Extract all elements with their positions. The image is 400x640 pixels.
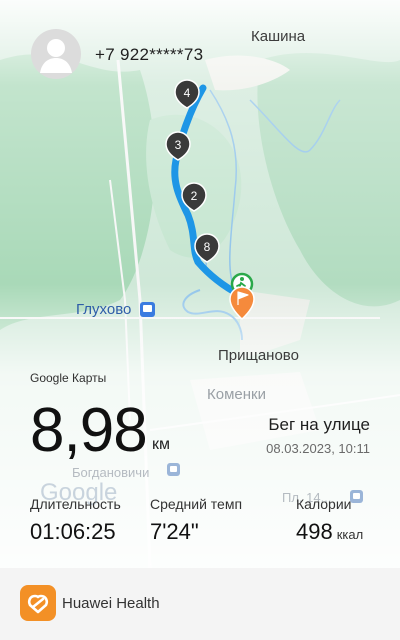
- activity-datetime: 08.03.2023, 10:11: [266, 441, 370, 456]
- calories: 498 ккал: [296, 519, 363, 545]
- bus-stop-icon: [167, 463, 180, 476]
- user-phone: +7 922*****73: [95, 45, 204, 64]
- km-marker-label: 8: [204, 240, 211, 254]
- duration-value: 01:06:25: [30, 519, 116, 544]
- calories-unit: ккал: [336, 527, 364, 542]
- duration-label: Длительность: [30, 496, 121, 512]
- huawei-health-logo-icon: [20, 585, 56, 621]
- pace-value: 7'24": [150, 519, 199, 544]
- map-attribution: Google Карты: [30, 371, 107, 385]
- map-label-bogdanovichi: Богдановичи: [72, 465, 150, 480]
- bus-stop-icon: [350, 490, 363, 503]
- app-footer: [0, 568, 400, 640]
- map-label-komenki: Коменки: [207, 386, 266, 403]
- distance-value: 8,98: [30, 396, 148, 465]
- activity-type: Бег на улице: [268, 415, 370, 434]
- map-label-gluhovo: Глухово: [76, 301, 132, 318]
- calories-label: Калории: [296, 496, 352, 512]
- activity-share-card: 4 3 2 8 Google Кашина Глухово Прищаново …: [0, 0, 400, 568]
- map-label-prishchanovo: Прищаново: [218, 347, 299, 364]
- avatar[interactable]: [31, 29, 81, 79]
- bus-stop-icon: [140, 302, 155, 317]
- share-header: +7 922*****73: [0, 0, 400, 90]
- km-marker-label: 3: [175, 138, 182, 152]
- app-name: Huawei Health: [62, 595, 160, 612]
- km-marker-label: 2: [191, 189, 198, 203]
- user-icon: [40, 39, 72, 73]
- distance-unit: км: [152, 436, 170, 453]
- calories-value: 498: [296, 519, 333, 544]
- pace-label: Средний темп: [150, 496, 243, 512]
